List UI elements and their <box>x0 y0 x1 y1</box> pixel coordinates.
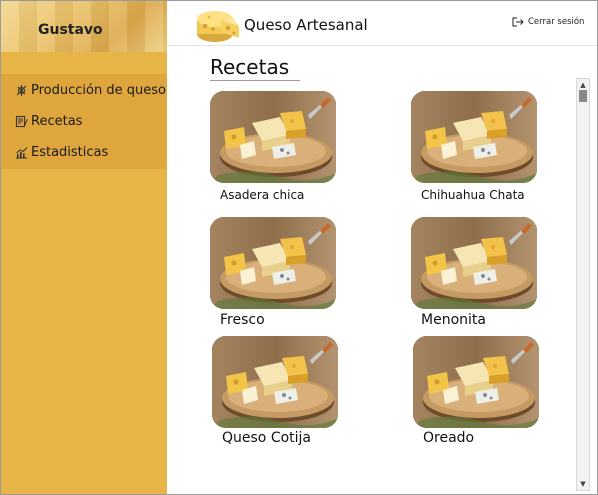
recipe-image[interactable] <box>411 217 537 309</box>
scroll-down-arrow-icon[interactable]: ▼ <box>577 479 589 489</box>
user-banner: Gustavo <box>1 1 167 52</box>
recipe-image[interactable] <box>210 217 336 309</box>
sidebar-item-label: Estadisticas <box>31 144 109 160</box>
sidebar-item-label: Producción de queso <box>31 82 166 98</box>
scroll-thumb[interactable] <box>579 90 587 102</box>
scrollbar[interactable]: ▲ ▼ <box>576 78 590 491</box>
sidebar-item-estadisticas[interactable]: Estadisticas <box>14 141 108 163</box>
logout-button[interactable]: Cerrar sesión <box>512 17 584 27</box>
header: Queso Artesanal Cerrar sesión <box>167 1 597 46</box>
user-name: Gustavo <box>38 22 103 38</box>
cheese-production-icon <box>14 83 28 97</box>
cheese-logo-icon <box>195 6 241 44</box>
recipe-icon <box>14 114 28 128</box>
sidebar-item-produccion[interactable]: Producción de queso <box>14 79 166 101</box>
sidebar: Gustavo Producción de queso Recetas Esta… <box>1 1 167 494</box>
recipe-image[interactable] <box>212 336 338 428</box>
logout-label: Cerrar sesión <box>528 17 585 27</box>
chart-icon <box>14 145 28 159</box>
logout-icon <box>512 17 524 27</box>
recipe-name[interactable]: Menonita <box>421 312 486 328</box>
sidebar-nav: Producción de queso Recetas Estadisticas <box>1 74 167 169</box>
recipe-name[interactable]: Oreado <box>423 430 474 446</box>
sidebar-item-recetas[interactable]: Recetas <box>14 110 82 132</box>
recipe-name[interactable]: Asadera chica <box>220 188 304 202</box>
recipe-name[interactable]: Fresco <box>220 312 265 328</box>
recipe-image[interactable] <box>210 91 336 183</box>
page-title: Recetas <box>210 55 300 81</box>
recipe-name[interactable]: Chihuahua Chata <box>421 188 525 202</box>
app-title: Queso Artesanal <box>244 16 368 34</box>
scroll-up-arrow-icon[interactable]: ▲ <box>577 80 589 90</box>
recipe-image[interactable] <box>411 91 537 183</box>
recipe-image[interactable] <box>413 336 539 428</box>
recipe-name[interactable]: Queso Cotija <box>222 430 311 446</box>
sidebar-item-label: Recetas <box>31 113 83 129</box>
